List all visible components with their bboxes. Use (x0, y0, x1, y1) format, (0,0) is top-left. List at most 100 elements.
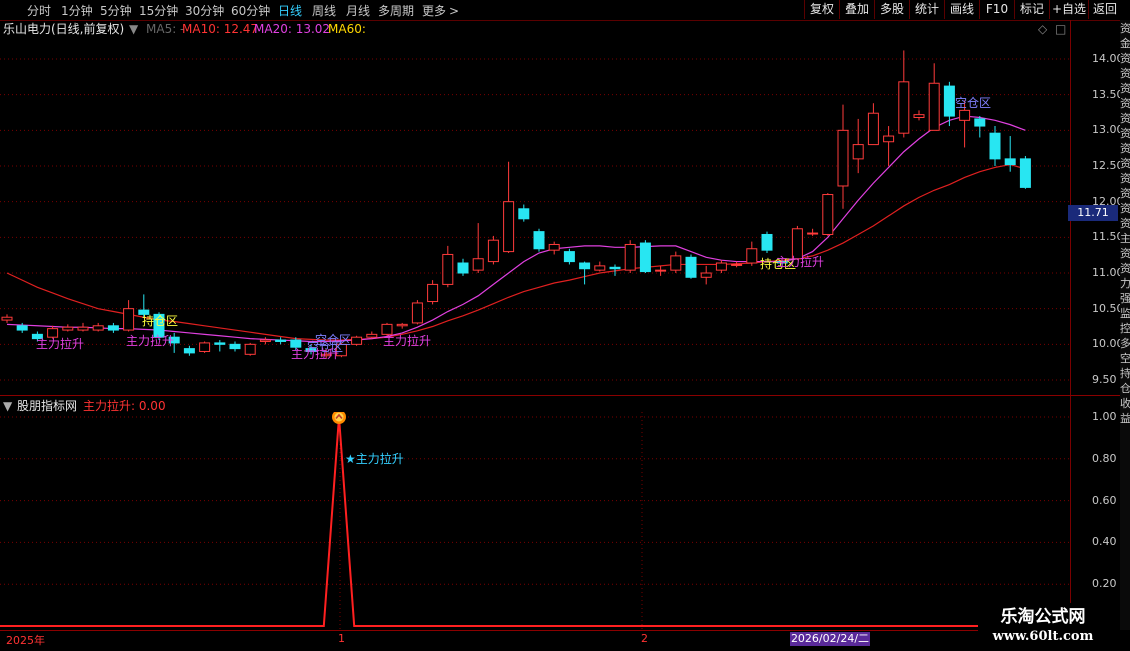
ma20-value: MA20: 13.02 (254, 22, 331, 36)
candlestick[interactable] (700, 265, 712, 285)
add-favorite-button[interactable]: +自选 (1049, 0, 1088, 19)
candlestick[interactable] (867, 103, 879, 146)
candlestick[interactable] (548, 241, 560, 255)
period-tab-60min[interactable]: 60分钟 (231, 2, 270, 19)
candlestick[interactable] (761, 231, 773, 254)
candlestick[interactable] (685, 254, 697, 279)
period-tab-multi[interactable]: 多周期 (378, 2, 414, 19)
signal-label: ★主力拉升 (345, 451, 404, 466)
candlestick[interactable] (822, 193, 834, 236)
candlestick[interactable] (837, 104, 849, 209)
side-strip-char: 资 (1120, 112, 1130, 125)
period-tab-daily[interactable]: 日线 (278, 2, 302, 19)
candlestick[interactable] (746, 241, 758, 266)
time-axis: 2025年 1 2 (0, 630, 1070, 651)
candlestick[interactable] (518, 204, 530, 222)
candlestick[interactable] (183, 345, 195, 356)
candlestick[interactable] (472, 223, 484, 273)
candlestick[interactable] (594, 261, 606, 272)
candlestick[interactable] (351, 335, 363, 346)
period-tab-30min[interactable]: 30分钟 (185, 2, 224, 19)
candlestick[interactable] (487, 235, 499, 265)
diamond-icon[interactable]: ◇ (1038, 20, 1047, 38)
side-strip-char: 资 (1120, 157, 1130, 170)
price-tick-label: 13.50 (1092, 87, 1124, 101)
candlestick[interactable] (639, 240, 651, 273)
candlestick[interactable] (229, 341, 241, 352)
side-panel-strip[interactable]: 资金资资资资资资资资资资资资主资资力强监控多空持仓收益 (1120, 20, 1130, 630)
candlestick[interactable] (715, 260, 727, 273)
signal-annotation: 主力拉升 (126, 333, 174, 348)
period-tab-weekly[interactable]: 周线 (312, 2, 336, 19)
candlestick[interactable] (123, 300, 135, 332)
back-button[interactable]: 返回 (1088, 0, 1121, 19)
price-tick-label: 11.50 (1092, 230, 1124, 244)
ma10-value: MA10: 12.47 (182, 22, 259, 36)
candlestick[interactable] (1, 314, 13, 323)
period-tab-5min[interactable]: 5分钟 (100, 2, 132, 19)
candlestick[interactable] (92, 322, 104, 332)
indicator-tick-label: 0.20 (1092, 577, 1117, 591)
candlestick[interactable] (974, 116, 986, 138)
side-strip-char: 资 (1120, 172, 1130, 185)
signal-annotation: 空仓区 (955, 96, 991, 110)
candlestick[interactable] (366, 331, 378, 339)
candlestick[interactable] (928, 63, 940, 131)
indicator-tick-label: 0.80 (1092, 451, 1117, 465)
candlestick[interactable] (1019, 156, 1031, 189)
candlestick[interactable] (533, 228, 545, 252)
indicator-chart[interactable]: ★主力拉升 (0, 412, 1070, 632)
current-price-tag: 11.71 (1068, 205, 1118, 221)
draw-line-button[interactable]: 画线 (944, 0, 979, 19)
multi-stock-button[interactable]: 多股 (874, 0, 909, 19)
restore-rights-button[interactable]: 复权 (804, 0, 839, 19)
side-strip-char: 资 (1120, 67, 1130, 80)
statistics-button[interactable]: 统计 (909, 0, 944, 19)
candlestick[interactable] (883, 126, 895, 166)
candlestick[interactable] (275, 337, 287, 345)
candlestick[interactable] (1004, 136, 1016, 172)
price-tick-label: 14.00 (1092, 52, 1124, 65)
overlay-button[interactable]: 叠加 (839, 0, 874, 19)
panel-separator[interactable] (0, 395, 1120, 396)
candlestick[interactable] (214, 340, 226, 352)
period-tab-1min[interactable]: 1分钟 (61, 2, 93, 19)
candlestick[interactable] (427, 280, 439, 305)
side-strip-char: 资 (1120, 52, 1130, 65)
candlestick[interactable] (396, 322, 408, 329)
candlestick[interactable] (503, 161, 515, 254)
candlestick[interactable] (563, 248, 575, 265)
candlestick[interactable] (807, 228, 819, 236)
square-icon[interactable]: □ (1055, 20, 1066, 38)
stock-title[interactable]: 乐山电力(日线,前复权) (3, 20, 124, 38)
period-tab-more[interactable]: 更多 > (422, 2, 459, 19)
candlestick[interactable] (442, 245, 454, 288)
candlestick[interactable] (989, 126, 1001, 166)
side-strip-char: 控 (1120, 322, 1130, 335)
period-tab-15min[interactable]: 15分钟 (139, 2, 178, 19)
candlestick[interactable] (624, 240, 636, 273)
mark-button[interactable]: 标记 (1014, 0, 1049, 19)
candlestick[interactable] (731, 261, 743, 268)
candlestick[interactable] (655, 265, 667, 276)
candlestick[interactable] (107, 322, 119, 333)
candlestick[interactable] (411, 300, 423, 325)
dropdown-icon[interactable]: ▼ (129, 20, 138, 38)
candlestick-chart[interactable]: 主力拉升 主力拉升持仓区空仓区主力拉升主力拉升空仓区持仓区主力拉升空仓区 (0, 38, 1070, 394)
period-tab-timeshare[interactable]: 分时 (27, 2, 51, 19)
candlestick[interactable] (898, 50, 910, 138)
f10-button[interactable]: F10 (979, 0, 1014, 19)
period-tab-monthly[interactable]: 月线 (346, 2, 370, 19)
candlestick[interactable] (199, 341, 211, 353)
side-strip-char: 资 (1120, 142, 1130, 155)
candlestick[interactable] (62, 324, 74, 332)
candlestick[interactable] (244, 342, 256, 356)
candlestick[interactable] (913, 110, 925, 121)
signal-annotation: 主力拉升 (776, 254, 824, 269)
candlestick[interactable] (77, 322, 89, 332)
side-strip-char: 监 (1120, 307, 1130, 320)
candlestick[interactable] (259, 337, 271, 345)
candlestick[interactable] (670, 251, 682, 273)
candlestick[interactable] (457, 258, 469, 276)
candlestick[interactable] (852, 118, 864, 174)
